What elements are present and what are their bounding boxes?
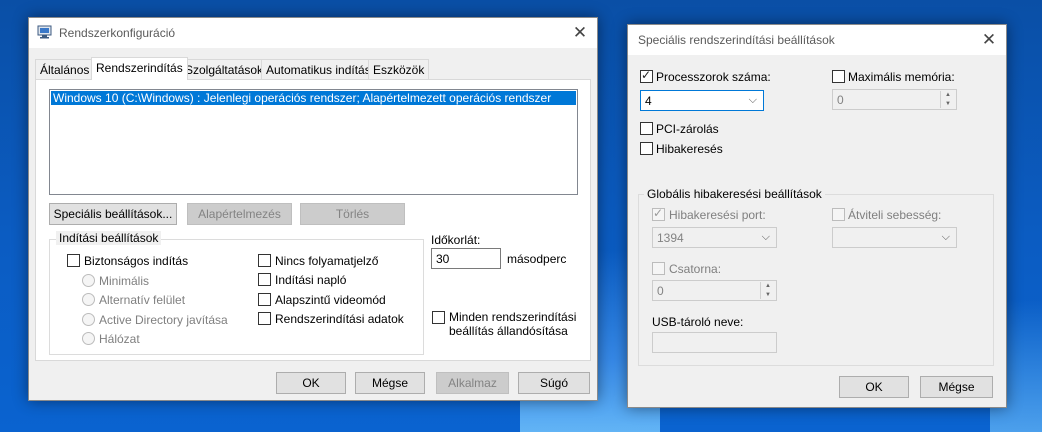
tab-boot[interactable]: Rendszerindítás: [91, 57, 188, 80]
network-radio[interactable]: [82, 332, 95, 345]
advanced-options-button[interactable]: Speciális beállítások...: [49, 203, 177, 225]
close-button[interactable]: ✕: [972, 25, 1006, 55]
os-list-item[interactable]: Windows 10 (C:\Windows) : Jelenlegi oper…: [51, 91, 576, 105]
msconfig-app-icon: [37, 25, 52, 39]
ok-button[interactable]: OK: [276, 372, 346, 394]
num-processors-select[interactable]: 4 ⌵: [640, 90, 764, 111]
boot-tab-panel: Windows 10 (C:\Windows) : Jelenlegi oper…: [35, 79, 591, 361]
baud-rate-select[interactable]: ⌵: [832, 227, 957, 248]
timeout-unit: másodperc: [507, 252, 567, 266]
window-title: Rendszerkonfiguráció: [59, 26, 176, 40]
usb-target-label: USB-tároló neve:: [652, 315, 744, 329]
system-configuration-window: Rendszerkonfiguráció ✕ Általános Rendsze…: [28, 17, 598, 401]
tab-general[interactable]: Általános: [35, 59, 95, 79]
help-button[interactable]: Súgó: [518, 372, 590, 394]
chevron-down-icon: ⌵: [761, 231, 770, 243]
ad-repair-label: Active Directory javítása: [99, 313, 228, 327]
minimal-label: Minimális: [99, 274, 150, 288]
timeout-input[interactable]: 30: [431, 248, 501, 269]
channel-label: Csatorna:: [669, 262, 722, 276]
max-memory-input[interactable]: 0 ▲ ▼: [832, 89, 957, 110]
cancel-button[interactable]: Mégse: [920, 376, 993, 398]
spin-buttons[interactable]: ▲ ▼: [940, 91, 955, 108]
tab-services[interactable]: Szolgáltatások: [180, 59, 269, 79]
minimal-radio[interactable]: [82, 274, 95, 287]
debug-checkbox[interactable]: [640, 142, 653, 155]
set-default-button[interactable]: Alapértelmezés: [187, 203, 292, 225]
num-processors-value: 4: [645, 94, 652, 108]
pci-lock-label: PCI-zárolás: [656, 122, 719, 136]
os-boot-info-checkbox[interactable]: [258, 312, 271, 325]
max-memory-label: Maximális memória:: [848, 70, 955, 84]
spin-buttons[interactable]: ▲ ▼: [760, 282, 775, 299]
num-processors-checkbox[interactable]: [640, 68, 653, 83]
os-boot-info-label: Rendszerindítási adatok: [275, 312, 404, 326]
baud-rate-label: Átviteli sebesség:: [848, 208, 942, 222]
ad-repair-radio[interactable]: [82, 313, 95, 326]
num-processors-label: Processzorok száma:: [656, 70, 771, 84]
advanced-boot-options-dialog: Speciális rendszerindítási beállítások ✕…: [627, 24, 1007, 408]
chevron-down-icon: ⌵: [941, 231, 950, 243]
usb-target-input[interactable]: [652, 332, 777, 353]
make-permanent-checkbox[interactable]: [432, 311, 445, 324]
channel-value: 0: [657, 284, 664, 298]
dialog-title: Speciális rendszerindítási beállítások: [638, 33, 835, 47]
base-video-checkbox[interactable]: [258, 293, 271, 306]
cancel-button[interactable]: Mégse: [355, 372, 425, 394]
boot-log-label: Indítási napló: [275, 273, 347, 287]
tab-tools[interactable]: Eszközök: [368, 59, 430, 79]
ok-button[interactable]: OK: [839, 376, 909, 398]
channel-input[interactable]: 0 ▲ ▼: [652, 280, 777, 301]
alternate-shell-label: Alternatív felület: [99, 293, 186, 307]
global-debug-title: Globális hibakeresési beállítások: [644, 187, 825, 201]
boot-log-checkbox[interactable]: [258, 273, 271, 286]
debug-port-checkbox[interactable]: [652, 206, 665, 221]
network-label: Hálózat: [99, 332, 140, 346]
debug-port-value: 1394: [657, 231, 684, 245]
title-bar: Rendszerkonfiguráció ✕: [29, 18, 597, 48]
no-gui-boot-label: Nincs folyamatjelző: [275, 254, 379, 268]
debug-port-select[interactable]: 1394 ⌵: [652, 227, 777, 248]
no-gui-boot-checkbox[interactable]: [258, 254, 271, 267]
pci-lock-checkbox[interactable]: [640, 122, 653, 135]
os-list[interactable]: Windows 10 (C:\Windows) : Jelenlegi oper…: [49, 89, 578, 195]
timeout-label: Időkorlát:: [431, 233, 481, 247]
close-button[interactable]: ✕: [563, 18, 597, 48]
apply-button[interactable]: Alkalmaz: [436, 372, 509, 394]
base-video-label: Alapszintű videomód: [275, 293, 386, 307]
make-permanent-label-line1: Minden rendszerindítási: [449, 310, 577, 324]
safe-boot-label: Biztonságos indítás: [84, 254, 189, 268]
delete-button[interactable]: Törlés: [300, 203, 405, 225]
chevron-down-icon: ⌵: [748, 94, 757, 106]
debug-label: Hibakeresés: [656, 142, 723, 156]
tab-startup[interactable]: Automatikus indítás: [261, 59, 376, 79]
max-memory-value: 0: [837, 93, 844, 107]
channel-checkbox[interactable]: [652, 262, 665, 275]
debug-port-label: Hibakeresési port:: [669, 208, 766, 222]
safe-boot-checkbox[interactable]: [67, 254, 80, 267]
title-bar: Speciális rendszerindítási beállítások ✕: [628, 25, 1006, 55]
alternate-shell-radio[interactable]: [82, 293, 95, 306]
max-memory-checkbox[interactable]: [832, 70, 845, 83]
make-permanent-label-line2: beállítás állandósítása: [449, 324, 568, 338]
boot-options-title: Indítási beállítások: [56, 231, 162, 245]
baud-rate-checkbox[interactable]: [832, 208, 845, 221]
